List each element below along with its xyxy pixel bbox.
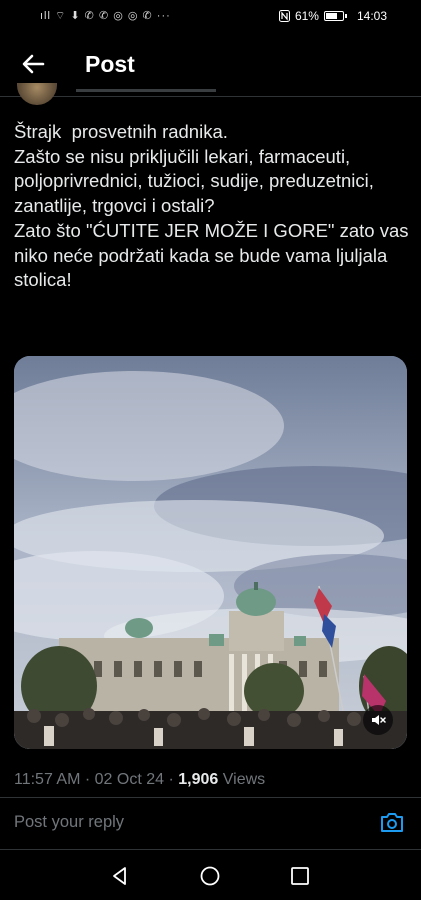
views-label[interactable]: Views	[223, 771, 265, 788]
post-date: 02 Oct 24	[94, 771, 165, 788]
nfc-icon	[278, 10, 290, 22]
meta-separator: ·	[84, 771, 91, 788]
status-bar-left: ıll ⌔ ⬇ ✆ ✆ ◎ ◎ ✆ ···	[40, 9, 171, 23]
reply-composer	[0, 797, 421, 849]
system-navigation-bar	[0, 850, 421, 900]
clock: 14:03	[356, 9, 387, 23]
page-title: Post	[85, 51, 135, 77]
battery-percent: 61%	[294, 9, 319, 23]
camera-icon[interactable]	[379, 810, 405, 834]
circle-home-icon[interactable]	[198, 864, 222, 888]
post-meta: 11:57 AM · 02 Oct 24 · 1,906 Views	[14, 771, 265, 789]
status-bar: ıll ⌔ ⬇ ✆ ✆ ◎ ◎ ✆ ··· 61% 14:03	[0, 0, 421, 32]
post-video[interactable]	[14, 356, 407, 749]
author-avatar[interactable]	[17, 83, 57, 105]
notification-icons: ıll ⌔ ⬇ ✆ ✆ ◎ ◎ ✆ ···	[40, 10, 171, 22]
post-text: Štrajk prosvetnih radnika. Zašto se nisu…	[14, 121, 409, 291]
status-bar-right: 61% 14:03	[278, 9, 387, 23]
square-recents-icon[interactable]	[288, 864, 312, 888]
meta-separator: ·	[168, 771, 174, 788]
mute-toggle-button[interactable]	[363, 705, 393, 735]
video-frame	[14, 356, 407, 749]
author-handle-clipped	[76, 84, 216, 95]
views-count[interactable]: 1,906	[178, 771, 218, 788]
speaker-muted-icon	[372, 715, 386, 725]
battery-icon	[323, 11, 347, 21]
post-time: 11:57 AM	[14, 771, 81, 788]
reply-input[interactable]	[14, 813, 334, 832]
triangle-back-icon[interactable]	[108, 864, 132, 888]
arrow-left-icon[interactable]	[18, 49, 48, 79]
